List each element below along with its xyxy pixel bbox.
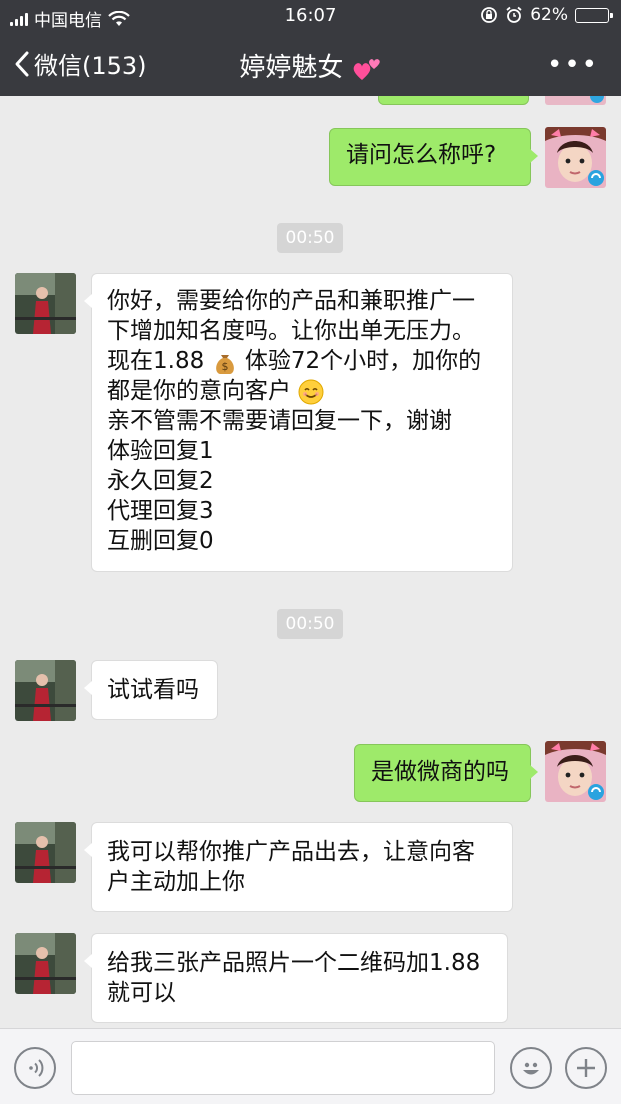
message-bubble-incoming[interactable]: 我可以帮你推广产品出去，让意向客 户主动加上你 [84, 822, 513, 912]
message-text: 请问怎么称呼? [346, 142, 497, 168]
my-avatar[interactable] [545, 741, 606, 802]
message-line: 代理回复3 [107, 498, 214, 524]
message-line: 体验回复1 [107, 438, 214, 464]
more-actions-button[interactable] [565, 1047, 607, 1089]
rotation-lock-icon [481, 7, 498, 23]
contact-avatar[interactable] [15, 660, 76, 721]
status-bar: 中国电信 16:07 62% [0, 0, 621, 32]
message-line: 亲不管需不需要请回复一下，谢谢 [107, 408, 452, 434]
more-button[interactable]: ••• [547, 50, 599, 80]
smiling-face-icon [298, 379, 324, 404]
message-bubble-incoming[interactable]: 试试看吗 [84, 660, 218, 720]
money-bag-icon: $ [215, 354, 234, 374]
message-line-part: 现在1.88 [107, 348, 205, 374]
status-right: 62% [480, 5, 613, 25]
battery-icon [575, 7, 613, 23]
message-text: 是做微商的吗 [371, 759, 509, 785]
contact-avatar[interactable] [15, 822, 76, 883]
my-avatar[interactable] [545, 96, 606, 105]
timestamp: 00:50 [277, 609, 343, 639]
smiley-icon [523, 1062, 539, 1075]
message-line: 户主动加上你 [107, 869, 245, 895]
message-line-part: 体验72个小时，加你的 [244, 348, 482, 374]
message-line: 就可以 [107, 980, 176, 1006]
battery-percent: 62% [530, 5, 568, 25]
message-input[interactable] [71, 1041, 495, 1095]
chat-title: 婷婷魅女 [0, 47, 621, 84]
emoji-button[interactable] [510, 1047, 552, 1089]
hearts-icon [353, 58, 380, 80]
message-line: 永久回复2 [107, 468, 214, 494]
message-bubble-outgoing[interactable]: 是做微商的吗 [354, 744, 538, 802]
message-line: 下增加知名度吗。让你出单无压力。 [107, 318, 475, 344]
my-avatar[interactable] [545, 127, 606, 188]
chat-area[interactable]: 请问怎么称呼? 00:50 你好，需要给你的产品和兼职推广一 下增加知名度吗。让… [0, 96, 621, 1028]
message-bubble-incoming[interactable]: 你好，需要给你的产品和兼职推广一 下增加知名度吗。让你出单无压力。 现在1.88… [84, 273, 513, 572]
message-line: 现在1.88 $ 体验72个小时，加你的 [107, 346, 497, 376]
contact-avatar[interactable] [15, 933, 76, 994]
voice-button[interactable] [14, 1047, 56, 1089]
svg-text:$: $ [221, 360, 228, 373]
chat-title-text: 婷婷魅女 [239, 53, 344, 83]
timestamp: 00:50 [277, 223, 343, 253]
message-line-part: 都是你的意向客户 [107, 378, 291, 404]
message-line: 互删回复0 [107, 528, 214, 554]
message-line: 都是你的意向客户 [107, 376, 497, 406]
nav-bar: 微信(153) 婷婷魅女 ••• [0, 32, 621, 96]
message-text: 试试看吗 [107, 677, 199, 703]
input-bar [0, 1028, 621, 1104]
voice-icon [29, 1059, 44, 1077]
message-bubble-incoming[interactable]: 给我三张产品照片一个二维码加1.88 就可以 [84, 933, 508, 1023]
alarm-icon [506, 6, 522, 23]
message-line: 你好，需要给你的产品和兼职推广一 [107, 288, 475, 314]
message-line: 我可以帮你推广产品出去，让意向客 [107, 839, 475, 865]
contact-avatar[interactable] [15, 273, 76, 334]
message-bubble-outgoing-partial[interactable] [378, 96, 529, 105]
message-line: 给我三张产品照片一个二维码加1.88 [107, 950, 481, 976]
plus-icon [577, 1059, 595, 1077]
top-bar: 中国电信 16:07 62% 微信(153) 婷婷魅女 ••• [0, 0, 621, 96]
message-bubble-outgoing[interactable]: 请问怎么称呼? [329, 128, 538, 186]
